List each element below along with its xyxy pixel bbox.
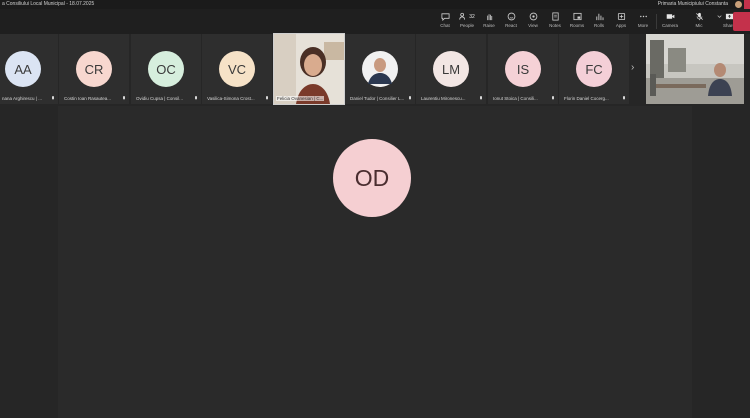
participant-video-tile[interactable]: Felicia Ovanesian | C... (273, 33, 345, 105)
chat-button[interactable]: Chat (434, 11, 456, 32)
view-button[interactable]: View (522, 11, 544, 32)
participant-avatar: CR (76, 51, 112, 87)
window-close-accent[interactable] (744, 0, 750, 9)
active-speaker-avatar[interactable]: OD (333, 139, 411, 217)
mic-off-icon (695, 12, 703, 21)
apps-icon (617, 12, 625, 21)
participant-name: Ovidiu Cupsa | Consil... (136, 96, 183, 101)
participant-avatar: OC (148, 51, 184, 87)
raise-hand-button[interactable]: Raise (478, 11, 500, 32)
participant-tile[interactable]: IS Ionut Stoica | Consili... (488, 34, 558, 104)
participant-avatar: IS (505, 51, 541, 87)
mic-label: Mic (695, 23, 703, 28)
rooms-label: Rooms (569, 23, 585, 28)
mic-muted-icon (266, 96, 268, 100)
room-video (646, 34, 744, 104)
rolls-label: Rolls (593, 23, 604, 28)
participant-photo (362, 51, 398, 87)
react-button[interactable]: React (500, 11, 522, 32)
notes-label: Notes (549, 23, 561, 28)
mic-button[interactable]: Mic (688, 11, 710, 32)
participant-avatar: FC (576, 51, 612, 87)
rooms-icon (572, 12, 582, 21)
participant-name: Laurentiu Mironescu... (421, 96, 466, 101)
leave-button[interactable] (733, 12, 750, 31)
camera-label: Camera (661, 23, 678, 28)
org-name: Primaria Municipiului Constanta (657, 1, 728, 7)
people-count: 32 (469, 13, 475, 20)
people-label: People (459, 23, 474, 28)
bar-chart-icon (595, 13, 603, 21)
participant-avatar: LM (433, 51, 469, 87)
participant-tile[interactable]: AA nana Arghirescu | ... (0, 34, 58, 104)
participant-name: Felicia Ovanesian | C... (276, 96, 325, 101)
participant-tile[interactable]: CR Costin Ioan Rasautea... (59, 34, 129, 104)
view-label: View (528, 23, 538, 28)
mic-muted-icon (409, 96, 411, 100)
mic-muted-icon (195, 96, 197, 100)
mic-muted-icon (623, 96, 625, 100)
people-button[interactable]: 32 People (456, 11, 478, 32)
chevron-right-icon[interactable]: › (631, 62, 634, 73)
mic-muted-icon (52, 96, 54, 100)
mic-muted-icon (123, 96, 125, 100)
apps-button[interactable]: Apps (610, 11, 632, 32)
participant-tile[interactable]: Daniel Tudor | Consilier L... (345, 34, 415, 104)
notes-button[interactable]: Notes (544, 11, 566, 32)
rooms-button[interactable]: Rooms (566, 11, 588, 32)
participant-tile[interactable]: OC Ovidiu Cupsa | Consil... (131, 34, 201, 104)
hand-icon (486, 14, 492, 21)
mic-muted-icon (480, 96, 482, 100)
camera-icon (666, 14, 674, 19)
toolbar-divider (656, 14, 657, 29)
participant-avatar: AA (5, 51, 41, 87)
participant-name: Costin Ioan Rasautea... (64, 96, 112, 101)
smiley-icon (507, 12, 515, 21)
mic-muted-icon (552, 96, 554, 100)
meeting-title: a Consiliului Local Municipal - 18.07.20… (2, 1, 95, 7)
room-video-tile[interactable] (646, 34, 744, 104)
more-button[interactable]: More (632, 11, 654, 32)
participant-tile[interactable]: FC Florin Daniel Cocerg... (559, 34, 629, 104)
participant-name: Daniel Tudor | Consilier L... (350, 96, 405, 101)
notes-icon (551, 12, 559, 21)
participant-video (274, 34, 344, 104)
participant-tile[interactable]: LM Laurentiu Mironescu... (416, 34, 486, 104)
participant-name: nana Arghirescu | ... (2, 96, 42, 101)
rolls-button[interactable]: Rolls (588, 11, 610, 32)
meeting-toolbar: Chat 32 People Raise React View Notes Ro… (0, 9, 750, 34)
more-icon (639, 15, 647, 18)
participant-name: Florin Daniel Cocerg... (564, 96, 609, 101)
title-bar: a Consiliului Local Municipal - 18.07.20… (0, 0, 750, 9)
raise-label: Raise (483, 23, 495, 28)
participant-name: Vasilica-Simona Crost... (207, 96, 255, 101)
more-label: More (637, 23, 649, 28)
chat-label: Chat (440, 23, 450, 28)
participant-tile[interactable]: VC Vasilica-Simona Crost... (202, 34, 272, 104)
view-icon (529, 12, 537, 21)
participant-avatar: VC (219, 51, 255, 87)
chat-icon (440, 13, 450, 21)
people-icon (459, 12, 466, 20)
react-label: React (505, 23, 517, 28)
participant-name: Ionut Stoica | Consili... (493, 96, 538, 101)
account-avatar[interactable] (735, 1, 742, 8)
camera-button[interactable]: Camera (659, 11, 681, 32)
participant-strip: AA nana Arghirescu | ... CR Costin Ioan … (0, 33, 750, 105)
apps-label: Apps (615, 23, 627, 28)
